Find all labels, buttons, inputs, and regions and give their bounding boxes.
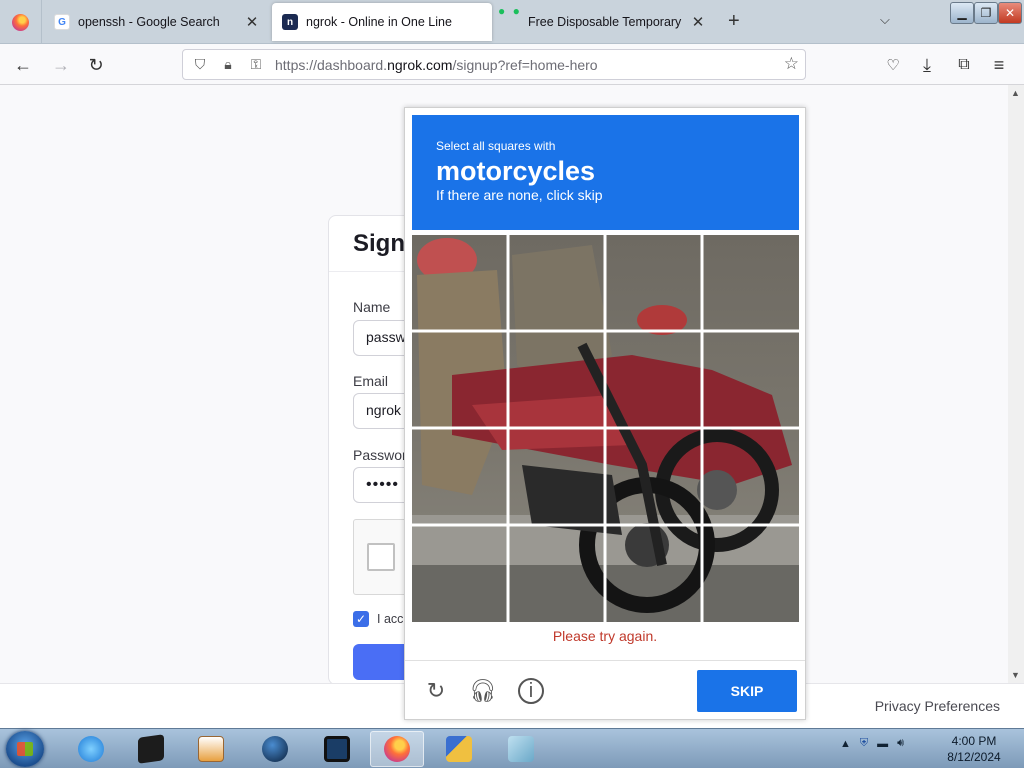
captcha-tile[interactable]	[412, 235, 507, 330]
system-tray: ▲ ⛨ ▬ 🔊︎	[840, 737, 904, 750]
internet-explorer-icon[interactable]	[64, 731, 118, 767]
clock-time: 4:00 PM	[951, 734, 997, 748]
extensions-icon[interactable]: ⧉	[951, 52, 977, 78]
new-tab-icon[interactable]: +	[728, 10, 740, 33]
list-all-tabs-icon[interactable]: ⌵	[880, 12, 890, 28]
close-tab-icon[interactable]: ✕	[690, 13, 706, 31]
agree-label: I acc	[377, 612, 404, 626]
captcha-instruction-banner: Select all squares with motorcycles If t…	[412, 115, 799, 230]
captcha-instruction: Select all squares with	[436, 139, 556, 153]
tray-overflow-icon[interactable]: ▲	[840, 738, 851, 750]
captcha-tile[interactable]	[509, 430, 604, 525]
google-favicon-icon: G	[54, 14, 70, 30]
captcha-tile[interactable]	[607, 332, 702, 427]
url-text[interactable]: https://dashboard.ngrok.com/signup?ref=h…	[275, 57, 598, 73]
pocket-icon[interactable]: ♡	[880, 52, 906, 78]
tab-openssh-search[interactable]: G openssh - Google Search ✕	[44, 3, 270, 41]
minimize-window-icon[interactable]: ▁	[950, 2, 974, 24]
reload-icon[interactable]: ↻	[83, 52, 109, 78]
navigation-bar: ← → ↻ ⛉ 🔒︎ ⚿ https://dashboard.ngrok.com…	[0, 44, 1024, 85]
tab-title: ngrok - Online in One Line	[306, 15, 452, 29]
captcha-image-grid	[412, 235, 799, 622]
shield-icon[interactable]: ⛉	[189, 54, 211, 76]
captcha-tile[interactable]	[704, 235, 799, 330]
refresh-icon[interactable]: ↻	[423, 678, 449, 704]
tab-strip: G openssh - Google Search ✕ n ngrok - On…	[0, 0, 1024, 44]
globe-app-icon[interactable]	[248, 731, 302, 767]
url-bar[interactable]: ⛉ 🔒︎ ⚿ https://dashboard.ngrok.com/signu…	[182, 49, 806, 80]
captcha-tile[interactable]	[412, 527, 507, 622]
restore-window-icon[interactable]: ❐	[974, 2, 998, 24]
password-label: Passwor	[353, 447, 407, 463]
file-app-icon[interactable]	[494, 731, 548, 767]
bookmark-star-icon[interactable]: ☆	[784, 54, 799, 74]
privacy-preferences-link[interactable]: Privacy Preferences	[875, 698, 1000, 714]
captcha-tile[interactable]	[607, 235, 702, 330]
security-shield-icon[interactable]: ⛨	[860, 737, 868, 750]
clock[interactable]: 4:00 PM 8/12/2024	[930, 733, 1018, 765]
captcha-tile[interactable]	[607, 527, 702, 622]
forward-icon[interactable]: →	[48, 52, 74, 78]
captcha-checkbox[interactable]	[367, 543, 395, 571]
tab-title: openssh - Google Search	[78, 15, 220, 29]
close-tab-icon[interactable]: ✕	[244, 13, 260, 31]
tab-title: Free Disposable Temporary & F	[528, 15, 684, 29]
downloads-icon[interactable]: ⤓	[914, 52, 940, 78]
ngrok-favicon-icon: n	[282, 14, 298, 30]
captcha-tile[interactable]	[704, 332, 799, 427]
captcha-tile[interactable]	[412, 430, 507, 525]
firefox-menu-icon[interactable]	[0, 0, 42, 44]
clock-date: 8/12/2024	[947, 750, 1001, 764]
media-player-icon[interactable]	[184, 731, 238, 767]
close-window-icon[interactable]: ✕	[998, 2, 1022, 24]
lock-icon[interactable]: 🔒︎	[217, 54, 239, 76]
volume-icon[interactable]: 🔊︎	[897, 737, 904, 750]
captcha-hint: If there are none, click skip	[436, 187, 603, 203]
tab-ngrok[interactable]: n ngrok - Online in One Line	[272, 3, 492, 41]
captcha-tile[interactable]	[509, 235, 604, 330]
captcha-challenge-popup: Select all squares with motorcycles If t…	[404, 107, 806, 720]
hamburger-menu-icon[interactable]: ≡	[986, 52, 1012, 78]
captcha-tile[interactable]	[412, 332, 507, 427]
skip-button[interactable]: SKIP	[697, 670, 797, 712]
back-icon[interactable]: ←	[10, 52, 36, 78]
captcha-error-message: Please try again.	[552, 628, 658, 644]
captcha-target: motorcycles	[436, 156, 596, 186]
page-scrollbar[interactable]: ▲ ▼	[1008, 85, 1024, 683]
captcha-tile[interactable]	[509, 332, 604, 427]
firefox-taskbar-icon[interactable]	[370, 731, 424, 767]
captcha-footer: ↻ 🎧︎ i SKIP	[405, 660, 805, 720]
display-app-icon[interactable]	[310, 731, 364, 767]
tab-temp-mail[interactable]: Free Disposable Temporary & F ✕	[494, 3, 716, 41]
name-label: Name	[353, 299, 391, 315]
captcha-tile[interactable]	[509, 527, 604, 622]
media-indicator-icon: ● ●	[498, 4, 522, 18]
captcha-tile[interactable]	[704, 527, 799, 622]
monitor-icon[interactable]: ▬	[877, 738, 888, 750]
captcha-tile[interactable]	[704, 430, 799, 525]
agree-checkbox[interactable]: ✓	[353, 611, 369, 627]
windows-taskbar: ▲ ⛨ ▬ 🔊︎ 4:00 PM 8/12/2024	[0, 728, 1024, 768]
info-icon[interactable]: i	[518, 678, 544, 704]
email-label: Email	[353, 373, 389, 389]
headphones-audio-icon[interactable]: 🎧︎	[469, 678, 497, 704]
start-button[interactable]	[6, 731, 44, 767]
key-icon[interactable]: ⚿	[245, 54, 267, 76]
network-app-icon[interactable]	[432, 731, 486, 767]
scroll-down-icon[interactable]: ▼	[1011, 670, 1020, 680]
captcha-tile[interactable]	[607, 430, 702, 525]
terminal-app-icon[interactable]	[124, 731, 178, 767]
scroll-up-icon[interactable]: ▲	[1011, 88, 1020, 98]
